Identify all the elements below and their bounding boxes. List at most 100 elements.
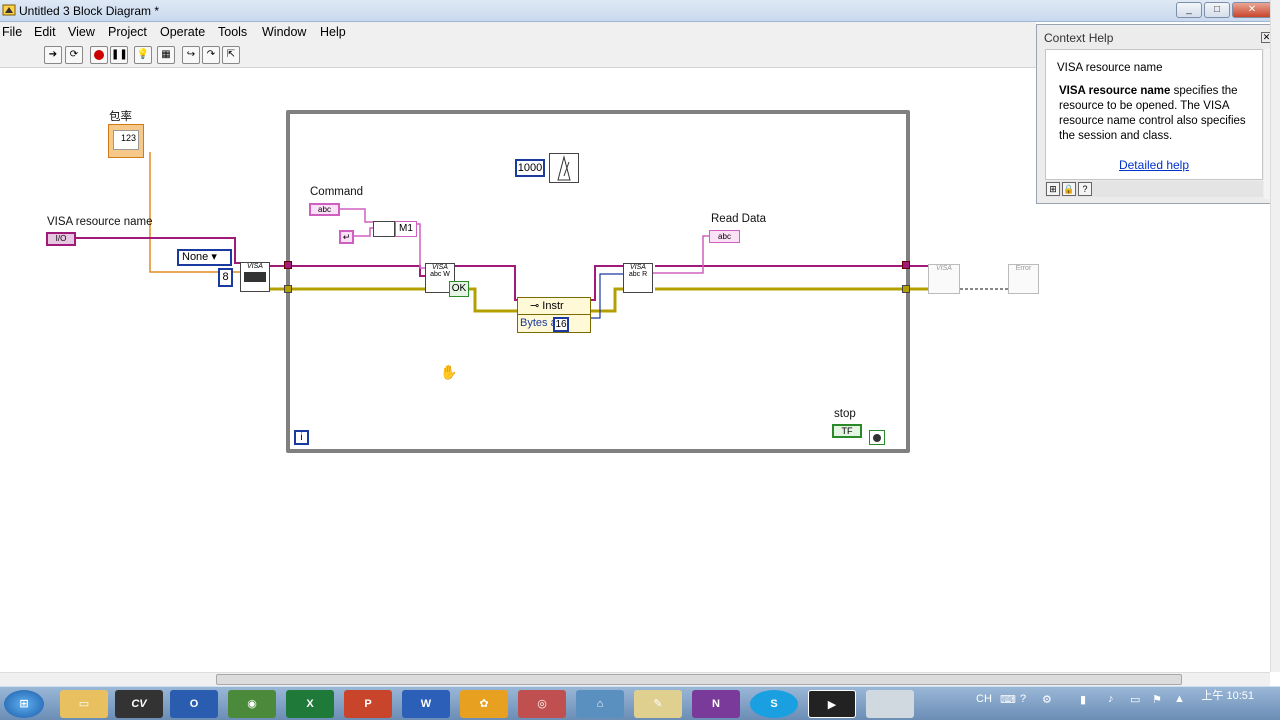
show-hidden-icons-icon[interactable]: ▲	[1174, 693, 1185, 705]
horizontal-scroll-thumb[interactable]	[216, 674, 1182, 685]
visa-resource-control[interactable]: I/O	[46, 232, 76, 246]
window-titlebar: Untitled 3 Block Diagram * _ □ ✕	[0, 0, 1280, 22]
excel-taskbar-icon[interactable]: X	[286, 690, 334, 718]
stop-control[interactable]: TF	[832, 424, 862, 438]
concatenate-node[interactable]	[373, 221, 395, 237]
explorer-taskbar-icon[interactable]: ▭	[60, 690, 108, 718]
minimize-button[interactable]: _	[1176, 2, 1202, 18]
flag-icon[interactable]: ⚑	[1152, 693, 1162, 706]
tunnel-error-out	[902, 285, 910, 293]
help-tray-icon[interactable]: ?	[1020, 693, 1026, 705]
network-app-taskbar-icon[interactable]: ⌂	[576, 690, 624, 718]
detailed-help-link[interactable]: Detailed help	[1046, 158, 1262, 172]
power-icon[interactable]: ▭	[1130, 693, 1140, 706]
chrome-taskbar-icon[interactable]: ◉	[228, 690, 276, 718]
settings-tray-icon[interactable]: ⚙	[1042, 693, 1052, 706]
menu-view[interactable]: View	[68, 25, 95, 39]
start-button-icon[interactable]: ⊞	[4, 690, 44, 718]
context-help-window[interactable]: Context Help ✕ VISA resource name VISA r…	[1036, 24, 1278, 204]
system-clock[interactable]: 上午 10:51	[1201, 690, 1254, 703]
visa-resource-label: VISA resource name	[47, 216, 153, 228]
tunnel-visa-out	[902, 261, 910, 269]
property-node-prop: Bytes a	[520, 317, 557, 329]
visa-read-node[interactable]: VISA abc R	[623, 263, 653, 293]
network-signal-icon[interactable]: ▮	[1080, 693, 1086, 706]
window-title: Untitled 3 Block Diagram *	[19, 4, 160, 18]
labview-taskbar-icon[interactable]: ▶	[808, 690, 856, 718]
context-help-term: VISA resource name	[1059, 85, 1171, 97]
menu-edit[interactable]: Edit	[34, 25, 56, 39]
menu-project[interactable]: Project	[108, 25, 147, 39]
visa-configure-serial-node[interactable]: VISA	[240, 262, 270, 292]
labview-icon	[2, 4, 16, 16]
context-help-heading: VISA resource name	[1057, 62, 1163, 74]
menu-bar: File Edit View Project Operate Tools Win…	[0, 22, 1036, 42]
command-label: Command	[310, 186, 364, 198]
data-bits-constant[interactable]: 8	[218, 268, 233, 287]
run-arrow-icon[interactable]: ➔	[44, 46, 62, 64]
tunnel-error-in	[284, 285, 292, 293]
termination-indicator: M1	[395, 221, 417, 237]
menu-help[interactable]: Help	[320, 25, 346, 39]
step-into-icon[interactable]: ↪	[182, 46, 200, 64]
visa-close-node[interactable]: VISA	[928, 264, 960, 294]
menu-window[interactable]: Window	[262, 25, 306, 39]
powerpoint-taskbar-icon[interactable]: P	[344, 690, 392, 718]
flow-control-enum[interactable]: None ▾	[177, 249, 232, 266]
menu-operate[interactable]: Operate	[160, 25, 205, 39]
context-help-text: VISA resource name specifies the resourc…	[1059, 84, 1254, 144]
command-control[interactable]: abc	[309, 203, 340, 216]
step-out-icon[interactable]: ⇱	[222, 46, 240, 64]
language-indicator[interactable]: CH	[976, 693, 992, 705]
close-button[interactable]: ✕	[1232, 2, 1272, 18]
wait-ms-node[interactable]	[549, 153, 579, 183]
detailed-help-icon[interactable]: ?	[1078, 182, 1092, 196]
property-node-class: Instr	[542, 300, 564, 312]
property-index-constant[interactable]: 16	[553, 317, 569, 332]
stop-label: stop	[834, 408, 856, 420]
baud-rate-control[interactable]: 123	[108, 124, 144, 158]
horizontal-scrollbar[interactable]	[0, 672, 1270, 686]
cv-taskbar-icon[interactable]: CV	[115, 690, 163, 718]
menu-tools[interactable]: Tools	[218, 25, 247, 39]
read-data-label: Read Data	[711, 213, 766, 225]
simple-error-handler-node[interactable]: Error	[1008, 264, 1039, 294]
loop-condition-terminal	[869, 430, 885, 445]
ok-indicator: OK	[449, 281, 469, 297]
maximize-button[interactable]: □	[1204, 2, 1230, 18]
abort-icon[interactable]	[90, 46, 108, 64]
iteration-terminal: i	[294, 430, 309, 445]
key-icon: ⊸	[530, 300, 540, 312]
lock-help-icon[interactable]: 🔒	[1062, 182, 1076, 196]
tunnel-visa-in	[284, 261, 292, 269]
skype-taskbar-icon[interactable]: S	[750, 690, 798, 718]
step-over-icon[interactable]: ↷	[202, 46, 220, 64]
paint-taskbar-icon[interactable]: ✿	[460, 690, 508, 718]
context-help-title: Context Help	[1044, 31, 1114, 45]
notepad-taskbar-icon[interactable]: ✎	[634, 690, 682, 718]
onenote-taskbar-icon[interactable]: N	[692, 690, 740, 718]
context-help-body: VISA resource name VISA resource name sp…	[1045, 49, 1263, 180]
toolbar: ➔ ⟳ ❚❚ 💡 ▦ ↪ ↷ ⇱	[0, 42, 1036, 68]
word-taskbar-icon[interactable]: W	[402, 690, 450, 718]
retain-wire-values-icon[interactable]: ▦	[157, 46, 175, 64]
outlook-taskbar-icon[interactable]: O	[170, 690, 218, 718]
show-optional-terminals-icon[interactable]: ⊞	[1046, 182, 1060, 196]
context-help-footer: ⊞ 🔒 ?	[1045, 181, 1263, 197]
wait-ms-constant[interactable]: 1000	[515, 159, 545, 177]
keyboard-icon[interactable]: ⌨	[1000, 693, 1016, 706]
hand-cursor-icon: ✋	[440, 364, 458, 380]
pause-icon[interactable]: ❚❚	[110, 46, 128, 64]
metronome-icon	[557, 155, 571, 181]
eye-app-taskbar-icon[interactable]: ◎	[518, 690, 566, 718]
cr-constant-icon[interactable]: ↵	[339, 230, 354, 244]
while-loop[interactable]	[286, 110, 910, 453]
highlight-execution-icon[interactable]: 💡	[134, 46, 152, 64]
volume-icon[interactable]: ♪	[1108, 693, 1114, 705]
menu-file[interactable]: File	[2, 25, 22, 39]
run-continuously-icon[interactable]: ⟳	[65, 46, 83, 64]
read-data-indicator: abc	[709, 230, 740, 243]
vertical-scrollbar[interactable]	[1270, 0, 1280, 672]
flow-control-value: None	[182, 251, 209, 263]
labview-diagram-taskbar-icon[interactable]	[866, 690, 914, 718]
